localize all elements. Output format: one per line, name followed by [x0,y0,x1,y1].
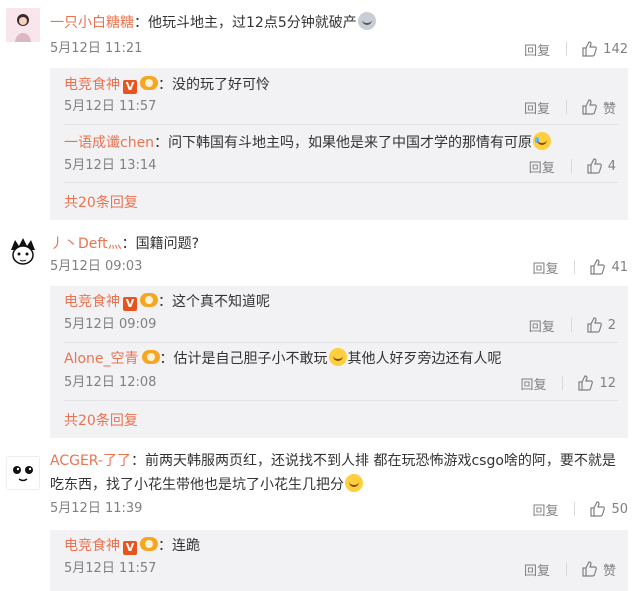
divider [565,562,567,576]
avatar[interactable] [6,456,40,490]
comment-date: 5月12日 11:21 [50,41,143,56]
reply-button[interactable]: 回复 [529,316,555,335]
username-link[interactable]: Alone_空青 [64,351,139,367]
reply-body: 电竞食神 V ：连跪 [64,537,200,555]
divider [574,260,576,274]
fan-badge-icon [140,293,158,307]
thumb-up-icon [587,158,602,174]
reply-date: 5月12日 11:57 [64,99,157,114]
divider [570,159,572,173]
reply-body: 一语成谶chen：问下韩国有斗地主吗，如果他是来了中国才学的那情有可原 [64,132,618,154]
thumb-up-icon [590,259,606,275]
comment-text: 他玩斗地主，过12点5分钟就破产 [148,15,357,31]
avatar[interactable] [6,8,40,42]
divider [64,124,618,125]
divider [565,100,567,114]
username-link[interactable]: 一语成谶chen [64,135,154,151]
like-count: 4 [607,158,616,174]
reply-button[interactable]: 回复 [524,98,550,117]
like-button[interactable]: 4 [586,158,616,174]
like-count: 赞 [602,101,616,117]
like-count: 50 [611,501,628,517]
username-link[interactable]: 电竞食神 [64,294,120,310]
more-replies-link[interactable]: 共20条回复 [64,192,138,212]
reply-button[interactable]: 回复 [532,500,558,519]
like-count: 2 [607,317,616,333]
reply-button[interactable]: 回复 [524,40,550,59]
like-button[interactable]: 2 [586,317,616,333]
thumb-up-icon [587,317,602,333]
reply-date: 5月12日 12:08 [64,375,157,390]
more-replies-link[interactable]: 共20条回复 [64,410,138,430]
like-button[interactable]: 142 [581,41,628,57]
reply-thread: 电竞食神 V ：没的玩了好可怜 5月12日 11:57 回复 赞 一语成谶chen：… [50,68,628,220]
like-count: 赞 [602,563,616,579]
reply-text: 没的玩了好可怜 [172,77,270,93]
fan-badge-icon [140,76,158,90]
like-button[interactable]: 赞 [581,560,616,579]
reply-text: 其他人好歹旁边还有人呢 [347,351,502,367]
reply-date: 5月12日 11:57 [64,561,157,576]
emoji-icon [328,348,347,366]
divider [64,342,618,343]
verified-v-icon: V [123,297,137,311]
reply-button[interactable]: 回复 [520,374,546,393]
divider [566,42,568,56]
fan-badge-icon [140,537,158,551]
username-link[interactable]: 电竞食神 [64,538,120,554]
reply-body: 电竞食神 V ：这个真不知道呢 [64,293,270,311]
like-button[interactable]: 41 [589,259,628,275]
reply-thread: 电竞食神 V ：这个真不知道呢 5月12日 09:09 回复 2 Alone_空青：… [50,286,628,438]
emoji-icon [345,474,363,492]
reply-body: Alone_空青 ：估计是自己胆子小不敢玩 其他人好歹旁边还有人呢 [64,348,618,370]
username-link[interactable]: ACGER-了了 [50,453,131,469]
comment-text: 前两天韩服两页红，还说找不到人排 都在玩恐怖游戏csgo啥的阿，要不就是 [145,453,616,469]
comment-date: 5月12日 09:03 [50,259,143,274]
divider [570,318,572,332]
like-button[interactable]: 12 [577,375,616,391]
reply-text: 连跪 [172,538,200,554]
divider [574,502,576,516]
reply-button[interactable]: 回复 [524,560,550,579]
like-count: 41 [611,259,628,275]
like-count: 142 [603,41,628,57]
username-link[interactable]: 丿丶Deft灬 [50,236,122,252]
reply-text: 估计是自己胆子小不敢玩 [173,351,328,367]
reply-text: 问下韩国有斗地主吗，如果他是来了中国才学的那情有可原 [168,135,533,151]
comment-body: ACGER-了了：前两天韩服两页红，还说找不到人排 都在玩恐怖游戏csgo啥的阿… [50,453,616,493]
like-button[interactable]: 赞 [581,98,616,117]
comment-date: 5月12日 11:39 [50,501,143,516]
comment-text: 吃东西，找了小花生带他也是坑了小花生几把分 [50,477,344,493]
emoji-icon [357,12,376,30]
fan-badge-icon [141,350,160,364]
reply-date: 5月12日 09:09 [64,317,157,332]
reply-date: 5月12日 13:14 [64,158,157,173]
thumb-up-icon [582,561,597,577]
thumb-up-icon [582,99,597,115]
reply-button[interactable]: 回复 [532,258,558,277]
divider [64,182,618,183]
username-link[interactable]: 电竞食神 [64,77,120,93]
verified-v-icon: V [123,541,137,555]
thumb-up-icon [590,501,606,517]
username-link[interactable]: 一只小白糖糖 [50,15,134,31]
laugh-cry-emoji-icon [533,132,552,150]
thumb-up-icon [578,375,594,391]
thumb-up-icon [582,41,598,57]
divider [562,376,564,390]
avatar[interactable] [6,236,40,270]
reply-thread: 电竞食神 V ：连跪 5月12日 11:57 回复 赞 [50,530,628,591]
verified-v-icon: V [123,80,137,94]
reply-body: 电竞食神 V ：没的玩了好可怜 [64,76,270,94]
comment-text: 国籍问题? [135,236,200,252]
comment-body: 一只小白糖糖：他玩斗地主，过12点5分钟就破产 [50,12,626,34]
comment-body: 丿丶Deft灬：国籍问题? [50,236,200,252]
divider [64,400,618,401]
like-count: 12 [599,375,616,391]
reply-button[interactable]: 回复 [529,157,555,176]
reply-text: 这个真不知道呢 [172,294,270,310]
like-button[interactable]: 50 [589,501,628,517]
